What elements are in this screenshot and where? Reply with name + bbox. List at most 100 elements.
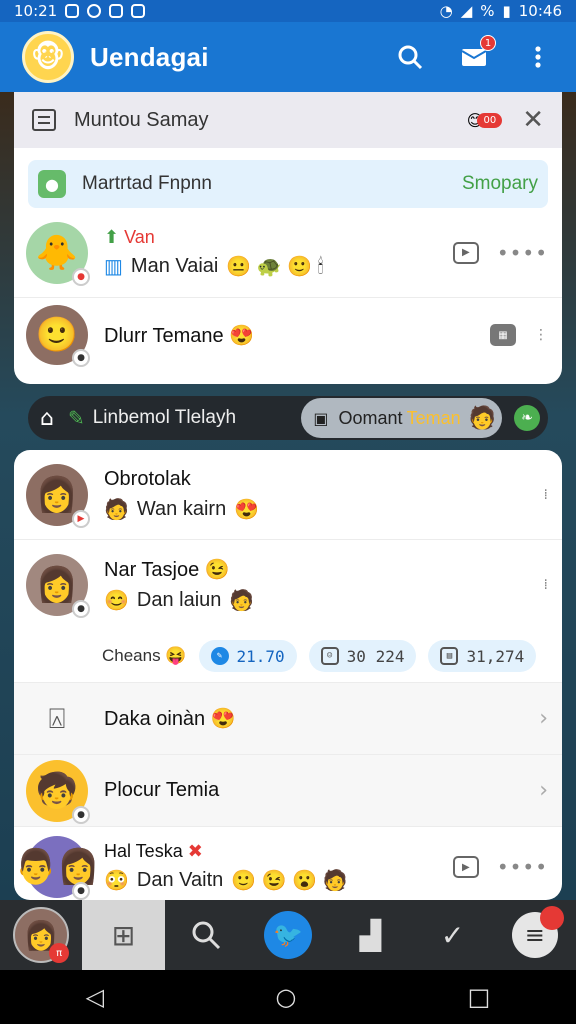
- item-name: Nar Tasjoe 😉: [104, 559, 230, 581]
- card-icon: ▤: [440, 647, 459, 665]
- app-logo-avatar[interactable]: 🐵: [22, 31, 74, 83]
- menu-icon: ≡: [511, 906, 564, 958]
- more-icon[interactable]: ••••: [497, 855, 548, 879]
- item-subtitle: 😊 Dan laiun 🧑: [104, 589, 255, 612]
- app-title: Uendagai: [90, 41, 209, 72]
- keyboard-icon[interactable]: ▦: [490, 324, 516, 346]
- home-circle-icon[interactable]: ○: [275, 983, 296, 1011]
- filter-chip[interactable]: ▣ Oomant Teman 🧑: [301, 398, 502, 438]
- banner-status: Smopary: [461, 173, 538, 194]
- list-item[interactable]: 👩 ● Nar Tasjoe 😉 😊 Dan laiun 🧑 ⁞: [14, 540, 562, 630]
- reaction-count: 00: [477, 112, 503, 128]
- nav-home[interactable]: 🐦: [247, 900, 329, 970]
- list-item[interactable]: 👩 ▶ Obrotolak 🧑 Wan kairn 😍 ⁞: [14, 450, 562, 540]
- avatar: 👩 π: [13, 907, 70, 963]
- filter-bar: ⌂ ✎ Linbemol Tlelayh ▣ Oomant Teman 🧑 ❧: [28, 396, 548, 440]
- status-time-right: 10:46: [518, 2, 562, 20]
- back-icon[interactable]: ◁: [86, 983, 104, 1011]
- contacts-card: 👩 ▶ Obrotolak 🧑 Wan kairn 😍 ⁞ 👩 ● Nar Tasj…: [14, 450, 562, 900]
- avatar: 🧒 ●: [26, 759, 90, 824]
- list-icon: [32, 109, 56, 131]
- list-item[interactable]: 🙂 ● Dlurr Temane 😍 ▦ ⋮: [14, 298, 562, 372]
- nav-menu[interactable]: ≡: [494, 900, 576, 970]
- status-dot-icon: ●: [72, 882, 90, 900]
- status-bar: 10:21 ◔ ◢ % ▮ 10:46: [0, 0, 576, 22]
- drag-handle-icon[interactable]: ⁞: [544, 578, 548, 592]
- nav-grid[interactable]: ⊞: [82, 900, 165, 970]
- item-name: Hal Teska ✖: [104, 841, 203, 861]
- avatar: 👩 ●: [26, 554, 90, 618]
- checklist-icon: ✓: [440, 918, 465, 952]
- drag-handle-icon[interactable]: ⋮: [534, 328, 548, 342]
- media-icon[interactable]: ▶: [452, 241, 479, 264]
- item-subtitle: 🧑 Wan kairn 😍: [104, 497, 260, 521]
- close-icon[interactable]: ✕: [522, 105, 544, 135]
- notification-icon: [87, 4, 102, 18]
- wifi-icon: ◔: [439, 2, 453, 20]
- leaf-icon[interactable]: ❧: [514, 405, 540, 431]
- status-dot-icon: ●: [72, 600, 90, 618]
- stat-chip[interactable]: ▤ 31,274: [428, 640, 537, 672]
- search-icon: [398, 45, 423, 70]
- search-button[interactable]: [396, 43, 424, 71]
- status-dot-icon: ●: [72, 805, 90, 824]
- notification-dot-icon: π: [49, 943, 70, 963]
- notification-dot-icon: [539, 906, 564, 930]
- card-header: Muntou Samay 😊 00 ✕: [14, 92, 562, 148]
- nav-search[interactable]: [165, 900, 247, 970]
- grid-icon: ⊞: [111, 918, 136, 952]
- conversation-card: Muntou Samay 😊 00 ✕ ● Martrtad Fnpnn Smo…: [14, 92, 562, 384]
- home-icon[interactable]: ⌂: [40, 406, 54, 431]
- drag-handle-icon[interactable]: ⁞: [544, 488, 548, 502]
- more-icon[interactable]: ••••: [497, 241, 548, 265]
- face-icon: ☺: [320, 647, 339, 665]
- chart-icon: ▟: [359, 918, 382, 952]
- list-item[interactable]: 🧒 ● Plocur Temia ›: [14, 755, 562, 827]
- status-banner[interactable]: ● Martrtad Fnpnn Smopary: [28, 160, 548, 208]
- notification-icon: [65, 4, 80, 18]
- signal-icon: ◢: [460, 2, 473, 20]
- stats-row: Cheans 😝 ✎ 21.70 ☺ 30 224 ▤ 31,274: [14, 630, 562, 683]
- notification-icon: [109, 4, 124, 18]
- list-item[interactable]: 👨‍👩 ● Hal Teska ✖ 😳 Dan Vaitn 🙂 😉 😮 🧑 ▶ •…: [14, 827, 562, 900]
- reaction-badge[interactable]: 😊 00: [467, 111, 503, 130]
- chip-text: Oomant: [338, 407, 403, 428]
- lock-icon: ⍓: [48, 701, 66, 735]
- notification-icon: [131, 4, 146, 18]
- nav-profile[interactable]: 👩 π: [0, 900, 82, 970]
- recents-icon[interactable]: □: [468, 983, 491, 1011]
- more-options-button[interactable]: [524, 43, 552, 71]
- media-icon[interactable]: ▶: [452, 856, 479, 878]
- avatar: 🧑: [468, 405, 496, 431]
- item-label: ⬆ Van: [104, 226, 155, 247]
- stat-chip[interactable]: ✎ 21.70: [198, 640, 297, 672]
- battery-icon: ▮: [502, 2, 511, 20]
- search-icon: [192, 921, 220, 950]
- list-item[interactable]: ⍓ Daka oinàn 😍 ›: [14, 683, 562, 755]
- mail-button[interactable]: 1: [460, 35, 496, 71]
- avatar: 🐥 ●: [26, 221, 90, 286]
- chevron-right-icon[interactable]: ›: [539, 778, 548, 803]
- bird-icon: 🐦: [263, 911, 312, 959]
- list-item[interactable]: 🐥 ● ⬆ Van ▥ Man Vaiai 😐 🐢 🙂 🕯 ▶ ••••: [14, 208, 562, 298]
- status-time-left: 10:21: [14, 2, 58, 20]
- more-icon: [535, 46, 541, 68]
- stat-chip[interactable]: ☺ 30 224: [308, 640, 417, 672]
- card-header-title: Muntou Samay: [74, 108, 209, 131]
- nav-stats[interactable]: ▟: [329, 900, 411, 970]
- avatar: 🙂 ●: [26, 305, 90, 367]
- avatar: 👨‍👩 ●: [15, 836, 99, 900]
- item-subtitle: 😳 Dan Vaitn 🙂 😉 😮 🧑: [104, 869, 348, 892]
- item-name: Dlurr Temane 😍: [104, 324, 255, 347]
- edit-icon[interactable]: ✎: [68, 406, 85, 430]
- nav-tasks[interactable]: ✓: [411, 900, 493, 970]
- stats-label: Cheans 😝: [102, 646, 187, 665]
- status-dot-icon: ●: [72, 267, 90, 286]
- item-name: Daka oinàn 😍: [104, 708, 236, 730]
- avatar: 👩 ▶: [26, 463, 90, 528]
- chevron-right-icon[interactable]: ›: [539, 706, 548, 731]
- app-bar: 🐵 Uendagai 1: [0, 22, 576, 92]
- item-name: Plocur Temia: [104, 779, 220, 801]
- chip-text-accent: Teman: [406, 407, 461, 428]
- edit-icon: ▣: [313, 408, 329, 428]
